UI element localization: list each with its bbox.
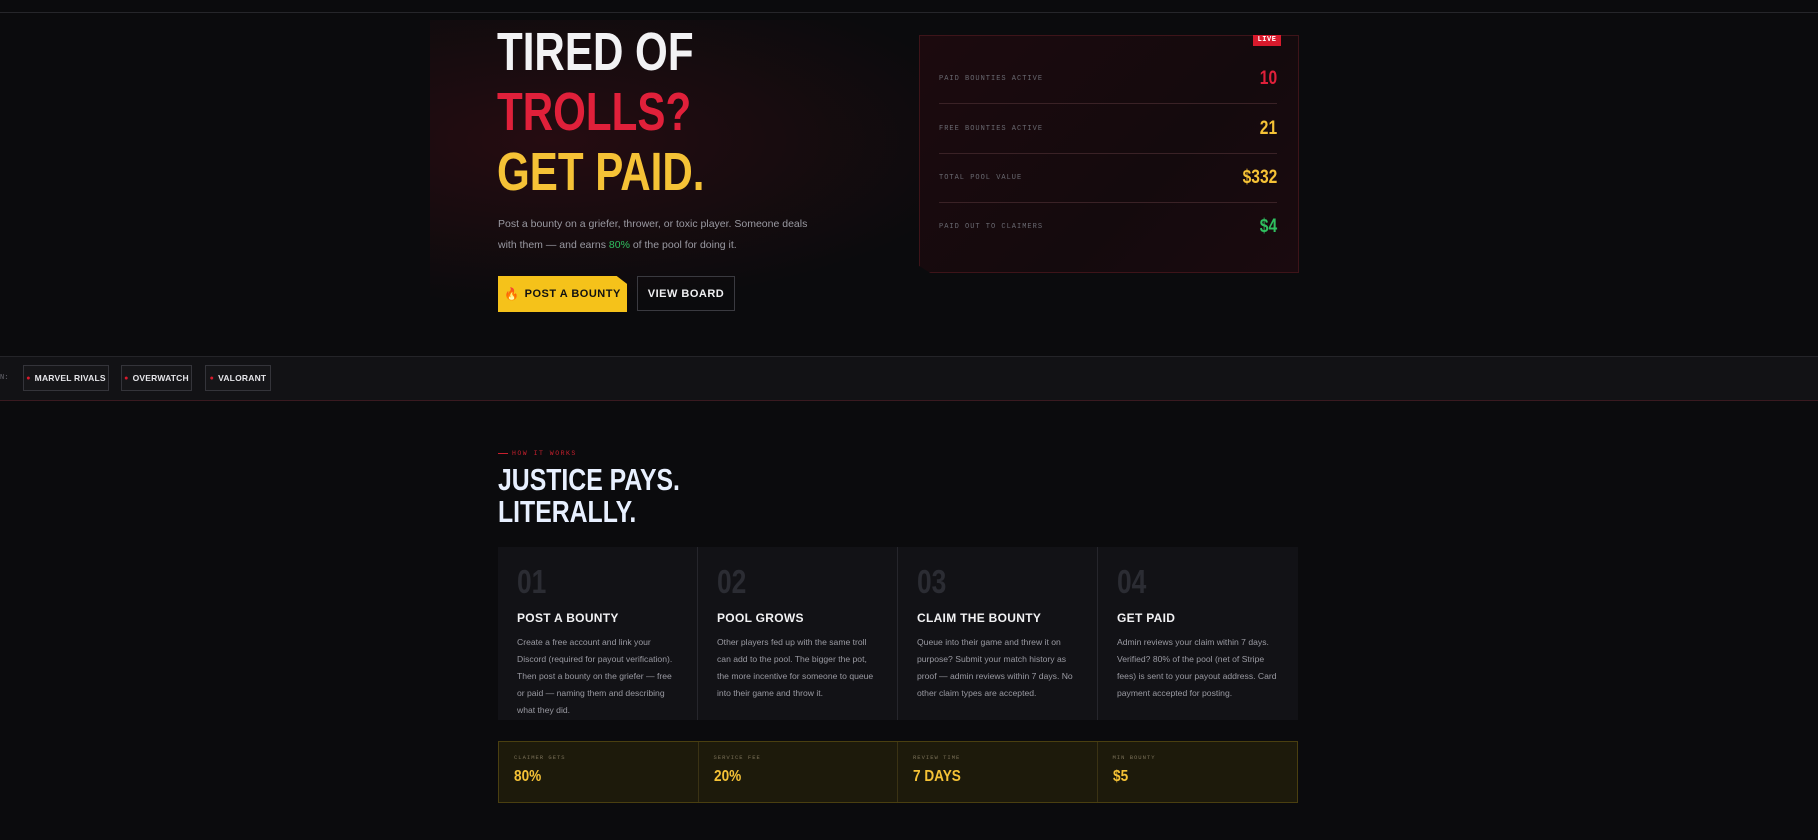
live-badge: LIVE xyxy=(1253,35,1281,46)
section-eyebrow: HOW IT WORKS xyxy=(512,450,577,457)
stat-value: 10 xyxy=(1259,67,1277,89)
post-bounty-button[interactable]: 🔥 POST A BOUNTY xyxy=(498,276,627,312)
step-number: 02 xyxy=(717,563,747,600)
how-it-works-steps: 01 POST A BOUNTY Create a free account a… xyxy=(498,547,1298,720)
headline-line-1: TIRED OF xyxy=(497,22,694,82)
stat-value: 21 xyxy=(1259,117,1277,139)
stat-label: PAID OUT TO CLAIMERS xyxy=(939,222,1044,231)
step-body: Admin reviews your claim within 7 days. … xyxy=(1117,637,1277,698)
game-chip-label: VALORANT xyxy=(218,373,267,383)
step-body: Other players fed up with the same troll… xyxy=(717,637,874,698)
payout-percent-highlight: 80% xyxy=(608,239,630,251)
step-number: 03 xyxy=(917,563,947,600)
stat-value: $332 xyxy=(1242,166,1277,188)
step-card: 04 GET PAID Admin reviews your claim wit… xyxy=(1098,547,1298,720)
fee-summary: CLAIMER GETS 80% SERVICE FEE 20% REVIEW … xyxy=(498,741,1298,803)
step-card: 03 CLAIM THE BOUNTY Queue into their gam… xyxy=(898,547,1098,720)
fee-cell: CLAIMER GETS 80% xyxy=(499,742,699,802)
flame-icon: 🔥 xyxy=(504,287,520,301)
fee-value: $5 xyxy=(1112,768,1128,785)
section-title-line-2: LITERALLY. xyxy=(498,494,637,529)
fee-cell: MIN BOUNTY $5 xyxy=(1098,742,1298,802)
section-title-line-1: JUSTICE PAYS. xyxy=(498,462,680,497)
game-chip-label: OVERWATCH xyxy=(132,373,189,383)
dot-icon: ● xyxy=(124,374,129,382)
game-chip-valorant[interactable]: ● VALORANT xyxy=(205,365,271,391)
top-divider xyxy=(0,12,1818,13)
step-title: POOL GROWS xyxy=(717,611,804,625)
view-board-button[interactable]: VIEW BOARD xyxy=(637,276,735,311)
headline-line-3: GET PAID. xyxy=(497,142,705,202)
stat-label: TOTAL POOL VALUE xyxy=(939,173,1023,182)
step-body: Queue into their game and threw it on pu… xyxy=(917,637,1073,698)
post-bounty-label: POST A BOUNTY xyxy=(524,288,621,300)
fee-cell: SERVICE FEE 20% xyxy=(699,742,898,802)
section-title: JUSTICE PAYS. LITERALLY. xyxy=(498,464,680,528)
game-chip-overwatch[interactable]: ● OVERWATCH xyxy=(121,365,192,391)
step-card: 01 POST A BOUNTY Create a free account a… xyxy=(498,547,698,720)
game-chip-marvel-rivals[interactable]: ● MARVEL RIVALS xyxy=(23,365,109,391)
fee-value: 80% xyxy=(514,768,542,785)
fee-label: CLAIMER GETS xyxy=(514,754,566,761)
step-title: POST A BOUNTY xyxy=(517,611,619,625)
fee-label: MIN BOUNTY xyxy=(1112,754,1156,761)
fee-value: 7 DAYS xyxy=(913,768,961,785)
games-strip xyxy=(0,356,1818,401)
hero-desc-text-end: of the pool for doing it. xyxy=(629,239,737,251)
step-card: 02 POOL GROWS Other players fed up with … xyxy=(698,547,898,720)
dot-icon: ● xyxy=(209,374,215,382)
stat-value: $4 xyxy=(1259,215,1277,237)
stat-label: PAID BOUNTIES ACTIVE xyxy=(939,74,1044,83)
hero-description: Post a bounty on a griefer, thrower, or … xyxy=(498,214,828,256)
stat-row-free-bounties: FREE BOUNTIES ACTIVE 21 xyxy=(939,104,1277,154)
hero-headline: TIRED OF TROLLS? GET PAID. xyxy=(497,22,705,202)
step-title: CLAIM THE BOUNTY xyxy=(917,611,1042,625)
step-title: GET PAID xyxy=(1117,611,1176,625)
fee-label: REVIEW TIME xyxy=(913,754,961,761)
fee-label: SERVICE FEE xyxy=(713,754,761,761)
fee-value: 20% xyxy=(713,768,741,785)
game-chip-label: MARVEL RIVALS xyxy=(34,373,106,383)
stat-label: FREE BOUNTIES ACTIVE xyxy=(939,124,1044,133)
stat-row-total-pool: TOTAL POOL VALUE $332 xyxy=(939,153,1277,203)
eyebrow-line xyxy=(498,453,508,454)
fee-cell: REVIEW TIME 7 DAYS xyxy=(898,742,1098,802)
stat-row-paid-out: PAID OUT TO CLAIMERS $4 xyxy=(939,202,1277,251)
stat-row-paid-bounties: PAID BOUNTIES ACTIVE 10 xyxy=(939,54,1277,104)
step-number: 04 xyxy=(1117,563,1147,600)
games-strip-label: N: xyxy=(0,374,9,382)
headline-line-2: TROLLS? xyxy=(497,82,692,142)
step-number: 01 xyxy=(517,563,547,600)
dot-icon: ● xyxy=(26,374,31,382)
step-body: Create a free account and link your Disc… xyxy=(517,637,673,715)
